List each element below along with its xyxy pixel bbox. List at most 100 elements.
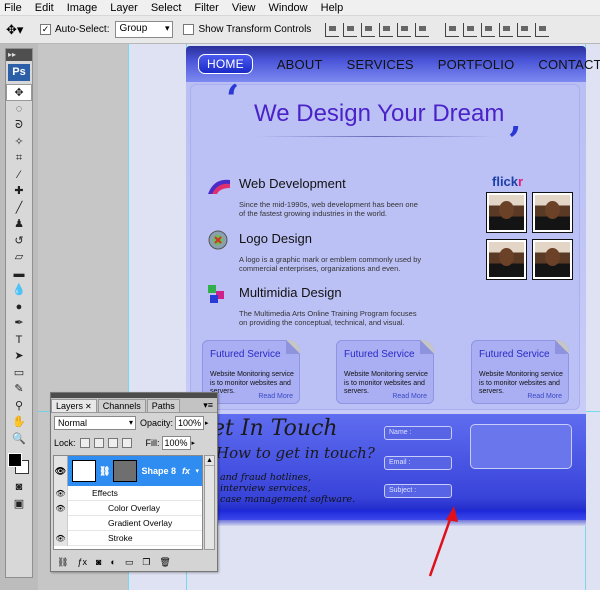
link-layers-icon[interactable]: ⛓: [57, 557, 68, 568]
flickr-thumbnail: [486, 239, 527, 280]
add-mask-icon[interactable]: ◙: [96, 557, 101, 567]
site-nav: HOME ABOUT SERVICES PORTFOLIO CONTACT: [186, 46, 600, 82]
auto-select-option[interactable]: ✓ Auto-Select:: [40, 24, 109, 35]
opacity-label: Opacity:: [140, 418, 174, 428]
auto-select-dropdown[interactable]: Group: [115, 21, 174, 38]
distribute-top-icon[interactable]: [445, 22, 460, 37]
lasso-tool-icon[interactable]: ᘐ: [6, 117, 32, 134]
stroke-row[interactable]: 👁 Stroke: [54, 530, 202, 546]
eye-icon[interactable]: 👁: [54, 530, 68, 546]
new-group-icon[interactable]: ▭: [125, 557, 134, 568]
show-transform-option[interactable]: Show Transform Controls: [183, 24, 311, 35]
move-tool-preset-icon[interactable]: ✥▾: [6, 19, 40, 41]
auto-select-checkbox[interactable]: ✓: [40, 24, 51, 35]
menu-help[interactable]: Help: [321, 2, 344, 14]
gradient-overlay-row[interactable]: Gradient Overlay: [54, 515, 202, 531]
align-hcenter-icon[interactable]: [397, 22, 412, 37]
distribute-left-icon[interactable]: [499, 22, 514, 37]
align-vcenter-icon[interactable]: [343, 22, 358, 37]
fx-icon[interactable]: fx: [182, 466, 190, 476]
opacity-dropdown-icon[interactable]: ▸: [205, 419, 209, 427]
new-layer-icon[interactable]: ❐: [142, 557, 150, 568]
align-top-icon[interactable]: [325, 22, 340, 37]
menu-window[interactable]: Window: [269, 2, 308, 14]
fill-label: Fill:: [145, 438, 160, 448]
menu-edit[interactable]: Edit: [35, 2, 54, 14]
clone-stamp-icon[interactable]: ♟: [6, 216, 32, 233]
align-left-icon[interactable]: [379, 22, 394, 37]
blend-mode-select[interactable]: Normal: [54, 416, 136, 430]
layer-shape-8[interactable]: 👁 ⛓ Shape 8 fx ▾: [54, 456, 202, 486]
history-brush-icon[interactable]: ↺: [6, 233, 32, 250]
tab-channels[interactable]: Channels: [97, 399, 146, 412]
eye-icon[interactable]: 👁: [54, 500, 68, 516]
color-overlay-row[interactable]: 👁 Color Overlay: [54, 500, 202, 516]
eraser-tool-icon[interactable]: ▱: [6, 249, 32, 266]
effects-row[interactable]: 👁 Effects: [54, 485, 202, 501]
eye-icon[interactable]: 👁: [54, 456, 68, 486]
read-more-link: Read More: [392, 393, 427, 400]
move-tool-icon[interactable]: ✥: [6, 84, 32, 101]
magic-wand-icon[interactable]: ✧: [6, 134, 32, 151]
tab-paths[interactable]: Paths: [146, 399, 180, 412]
distribute-hcenter-icon[interactable]: [517, 22, 532, 37]
align-bottom-icon[interactable]: [361, 22, 376, 37]
website-mockup[interactable]: HOME ABOUT SERVICES PORTFOLIO CONTACT ‘ …: [186, 46, 600, 526]
lock-all-icon[interactable]: [121, 438, 132, 448]
email-field: Email :: [384, 456, 452, 470]
distribute-right-icon[interactable]: [535, 22, 550, 37]
lock-transparency-icon[interactable]: [79, 438, 90, 448]
service-desc: The Multimedia Arts Online Training Prog…: [239, 309, 417, 327]
healing-brush-icon[interactable]: ✚: [6, 183, 32, 200]
fill-input[interactable]: 100%: [161, 436, 191, 450]
lock-position-icon[interactable]: [107, 438, 118, 448]
screen-mode-icon[interactable]: ▣: [6, 496, 32, 513]
path-select-icon[interactable]: ➤: [6, 348, 32, 365]
tab-layers[interactable]: Layers ✕: [51, 399, 97, 412]
show-transform-checkbox[interactable]: [183, 24, 195, 35]
menu-layer[interactable]: Layer: [110, 2, 138, 14]
brush-tool-icon[interactable]: ╱: [6, 200, 32, 217]
distribute-vcenter-icon[interactable]: [463, 22, 478, 37]
quick-mask-icon[interactable]: ◙: [6, 479, 32, 496]
menu-file[interactable]: File: [4, 2, 22, 14]
align-right-icon[interactable]: [415, 22, 430, 37]
add-style-icon[interactable]: ƒx: [77, 557, 87, 567]
box-title: Futured Service: [479, 349, 550, 360]
scroll-up-icon[interactable]: ▲: [205, 456, 214, 466]
color-swatches[interactable]: [6, 451, 32, 479]
menu-filter[interactable]: Filter: [194, 2, 218, 14]
adjustment-layer-icon[interactable]: ◐: [110, 557, 115, 567]
fill-dropdown-icon[interactable]: ▸: [192, 439, 196, 447]
close-tab-icon[interactable]: ✕: [85, 402, 92, 411]
dodge-tool-icon[interactable]: ●: [6, 299, 32, 316]
pen-tool-icon[interactable]: ✒: [6, 315, 32, 332]
get-in-touch-title: et In Touch: [212, 416, 338, 441]
lock-label: Lock:: [54, 438, 76, 448]
eyedropper-tool-icon[interactable]: ⁄: [6, 167, 32, 184]
marquee-tool-icon[interactable]: ◌: [6, 101, 32, 118]
menu-image[interactable]: Image: [67, 2, 98, 14]
effect-label: Color Overlay: [108, 503, 160, 513]
blur-tool-icon[interactable]: 💧: [6, 282, 32, 299]
eye-icon[interactable]: 👁: [54, 485, 68, 501]
layers-scrollbar[interactable]: ▲: [204, 455, 215, 550]
expand-effects-icon[interactable]: ▾: [195, 467, 199, 475]
notes-tool-icon[interactable]: ✎: [6, 381, 32, 398]
delete-layer-icon[interactable]: 🗑: [159, 557, 170, 568]
eyedropper-icon[interactable]: ⚲: [6, 398, 32, 415]
hand-tool-icon[interactable]: ✋: [6, 414, 32, 431]
opacity-input[interactable]: 100%: [175, 416, 205, 430]
lock-pixels-icon[interactable]: [93, 438, 104, 448]
distribute-bottom-icon[interactable]: [481, 22, 496, 37]
tools-grip[interactable]: ▸▸: [6, 49, 32, 61]
foreground-color[interactable]: [8, 453, 22, 467]
menu-view[interactable]: View: [232, 2, 256, 14]
gradient-tool-icon[interactable]: ▬: [6, 266, 32, 283]
crop-tool-icon[interactable]: ⌗: [6, 150, 32, 167]
zoom-tool-icon[interactable]: 🔍: [6, 431, 32, 448]
type-tool-icon[interactable]: T: [6, 332, 32, 349]
menu-select[interactable]: Select: [151, 2, 182, 14]
shape-tool-icon[interactable]: ▭: [6, 365, 32, 382]
panel-menu-icon[interactable]: ▾≡: [203, 400, 213, 411]
